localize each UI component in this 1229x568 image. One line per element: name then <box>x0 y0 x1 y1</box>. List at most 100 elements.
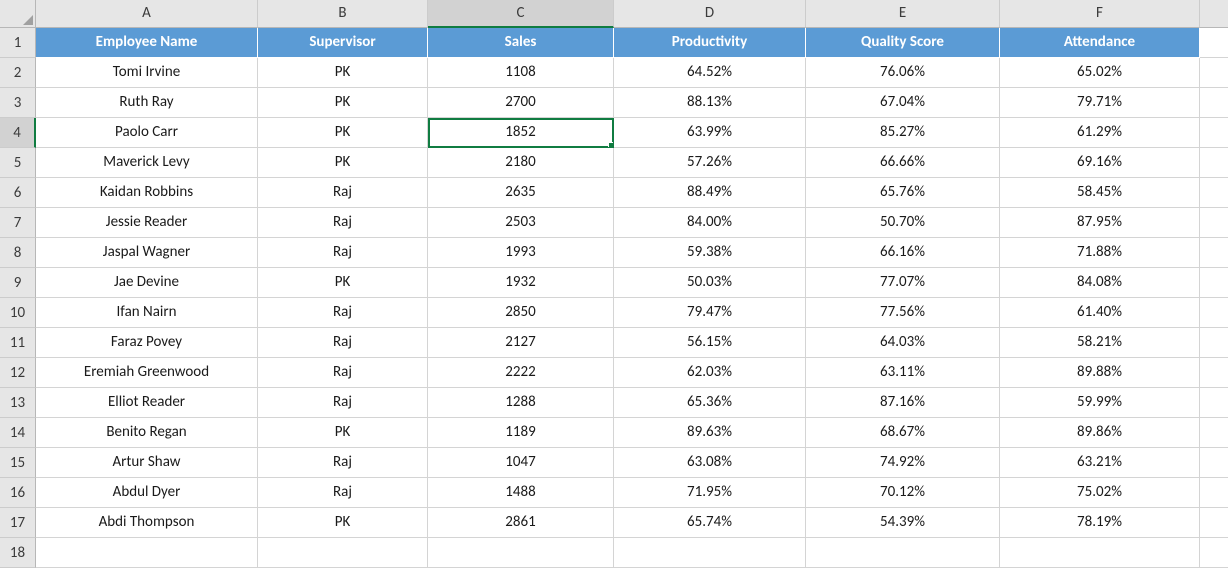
cell-F12[interactable]: 89.88% <box>1000 358 1200 388</box>
cell-E12[interactable]: 63.11% <box>806 358 1000 388</box>
cell-B12[interactable]: Raj <box>258 358 428 388</box>
cell-A11[interactable]: Faraz Povey <box>36 328 258 358</box>
header-cell[interactable]: Employee Name <box>36 28 258 58</box>
cell-E18[interactable] <box>806 538 1000 568</box>
cell-B6[interactable]: Raj <box>258 178 428 208</box>
empty-cell[interactable] <box>1200 418 1228 448</box>
cell-C14[interactable]: 1189 <box>428 418 614 448</box>
cell-E13[interactable]: 87.16% <box>806 388 1000 418</box>
cell-D6[interactable]: 88.49% <box>614 178 806 208</box>
cell-F3[interactable]: 79.71% <box>1000 88 1200 118</box>
cell-D2[interactable]: 64.52% <box>614 58 806 88</box>
cell-E15[interactable]: 74.92% <box>806 448 1000 478</box>
cell-F7[interactable]: 87.95% <box>1000 208 1200 238</box>
header-cell[interactable]: Quality Score <box>806 28 1000 58</box>
cell-E14[interactable]: 68.67% <box>806 418 1000 448</box>
select-all-corner[interactable] <box>0 0 36 28</box>
cell-B7[interactable]: Raj <box>258 208 428 238</box>
row-header-10[interactable]: 10 <box>0 298 36 328</box>
cell-A7[interactable]: Jessie Reader <box>36 208 258 238</box>
cell-F8[interactable]: 71.88% <box>1000 238 1200 268</box>
row-header-11[interactable]: 11 <box>0 328 36 358</box>
cell-F17[interactable]: 78.19% <box>1000 508 1200 538</box>
row-header-13[interactable]: 13 <box>0 388 36 418</box>
cell-D15[interactable]: 63.08% <box>614 448 806 478</box>
empty-cell[interactable] <box>1200 178 1228 208</box>
cell-B10[interactable]: Raj <box>258 298 428 328</box>
empty-cell[interactable] <box>1200 88 1228 118</box>
row-header-5[interactable]: 5 <box>0 148 36 178</box>
empty-cell[interactable] <box>1200 268 1228 298</box>
row-header-6[interactable]: 6 <box>0 178 36 208</box>
cell-A12[interactable]: Eremiah Greenwood <box>36 358 258 388</box>
empty-cell[interactable] <box>1200 508 1228 538</box>
cell-D13[interactable]: 65.36% <box>614 388 806 418</box>
cell-A18[interactable] <box>36 538 258 568</box>
cell-F16[interactable]: 75.02% <box>1000 478 1200 508</box>
spreadsheet-grid[interactable]: A B C D E F 1 Employee Name Supervisor S… <box>0 0 1229 568</box>
cell-E7[interactable]: 50.70% <box>806 208 1000 238</box>
cell-F4[interactable]: 61.29% <box>1000 118 1200 148</box>
cell-D10[interactable]: 79.47% <box>614 298 806 328</box>
cell-E6[interactable]: 65.76% <box>806 178 1000 208</box>
empty-cell[interactable] <box>1200 148 1228 178</box>
empty-cell[interactable] <box>1200 328 1228 358</box>
cell-B14[interactable]: PK <box>258 418 428 448</box>
cell-C17[interactable]: 2861 <box>428 508 614 538</box>
cell-A8[interactable]: Jaspal Wagner <box>36 238 258 268</box>
cell-F5[interactable]: 69.16% <box>1000 148 1200 178</box>
cell-C12[interactable]: 2222 <box>428 358 614 388</box>
cell-C11[interactable]: 2127 <box>428 328 614 358</box>
row-header-4[interactable]: 4 <box>0 118 36 148</box>
cell-F18[interactable] <box>1000 538 1200 568</box>
cell-A16[interactable]: Abdul Dyer <box>36 478 258 508</box>
cell-A15[interactable]: Artur Shaw <box>36 448 258 478</box>
cell-F2[interactable]: 65.02% <box>1000 58 1200 88</box>
row-header-7[interactable]: 7 <box>0 208 36 238</box>
cell-C13[interactable]: 1288 <box>428 388 614 418</box>
cell-A5[interactable]: Maverick Levy <box>36 148 258 178</box>
cell-C6[interactable]: 2635 <box>428 178 614 208</box>
row-header-2[interactable]: 2 <box>0 58 36 88</box>
cell-B3[interactable]: PK <box>258 88 428 118</box>
cell-A4[interactable]: Paolo Carr <box>36 118 258 148</box>
empty-cell[interactable] <box>1200 118 1228 148</box>
header-cell[interactable]: Supervisor <box>258 28 428 58</box>
cell-F15[interactable]: 63.21% <box>1000 448 1200 478</box>
cell-B11[interactable]: Raj <box>258 328 428 358</box>
row-header-15[interactable]: 15 <box>0 448 36 478</box>
cell-B8[interactable]: Raj <box>258 238 428 268</box>
row-header-3[interactable]: 3 <box>0 88 36 118</box>
cell-C5[interactable]: 2180 <box>428 148 614 178</box>
cell-B4[interactable]: PK <box>258 118 428 148</box>
cell-C15[interactable]: 1047 <box>428 448 614 478</box>
cell-E3[interactable]: 67.04% <box>806 88 1000 118</box>
cell-A2[interactable]: Tomi Irvine <box>36 58 258 88</box>
cell-F11[interactable]: 58.21% <box>1000 328 1200 358</box>
cell-E9[interactable]: 77.07% <box>806 268 1000 298</box>
cell-D12[interactable]: 62.03% <box>614 358 806 388</box>
header-cell[interactable]: Attendance <box>1000 28 1200 58</box>
row-header-14[interactable]: 14 <box>0 418 36 448</box>
cell-B16[interactable]: Raj <box>258 478 428 508</box>
cell-F10[interactable]: 61.40% <box>1000 298 1200 328</box>
empty-cell[interactable] <box>1200 238 1228 268</box>
cell-B9[interactable]: PK <box>258 268 428 298</box>
col-header-B[interactable]: B <box>258 0 428 28</box>
row-header-16[interactable]: 16 <box>0 478 36 508</box>
cell-E2[interactable]: 76.06% <box>806 58 1000 88</box>
cell-E5[interactable]: 66.66% <box>806 148 1000 178</box>
cell-E8[interactable]: 66.16% <box>806 238 1000 268</box>
cell-F9[interactable]: 84.08% <box>1000 268 1200 298</box>
cell-B17[interactable]: PK <box>258 508 428 538</box>
cell-B18[interactable] <box>258 538 428 568</box>
col-header-D[interactable]: D <box>614 0 806 28</box>
cell-D4[interactable]: 63.99% <box>614 118 806 148</box>
empty-cell[interactable] <box>1200 388 1228 418</box>
cell-D9[interactable]: 50.03% <box>614 268 806 298</box>
col-header-extra[interactable] <box>1200 0 1228 28</box>
cell-A9[interactable]: Jae Devine <box>36 268 258 298</box>
row-header-1[interactable]: 1 <box>0 28 36 58</box>
empty-cell[interactable] <box>1200 208 1228 238</box>
row-header-18[interactable]: 18 <box>0 538 36 568</box>
